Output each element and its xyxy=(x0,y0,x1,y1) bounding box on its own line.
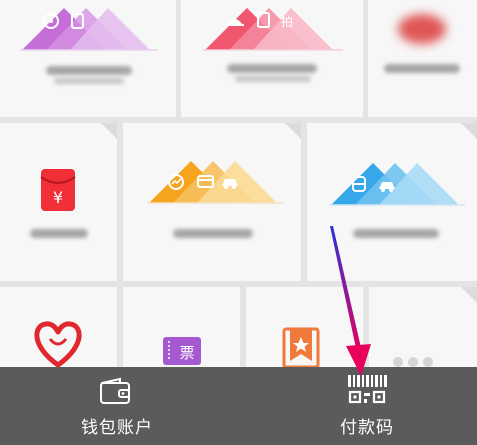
svg-text:¥: ¥ xyxy=(53,188,63,207)
corner-fold xyxy=(101,123,117,139)
tile-travel-services[interactable] xyxy=(307,123,477,281)
corner-fold xyxy=(461,123,477,139)
pai-badge-icon: 拍 xyxy=(281,14,293,29)
tile-label-blurred xyxy=(30,229,88,238)
tile-more[interactable] xyxy=(369,287,477,377)
qr-code-icon xyxy=(348,375,387,404)
svg-text:拍: 拍 xyxy=(281,14,293,29)
tile-finance-services[interactable] xyxy=(123,123,301,281)
tile-label-blurred xyxy=(384,64,460,73)
heart-icon xyxy=(34,321,82,368)
wallet-account-button[interactable]: 钱包账户 xyxy=(70,367,190,445)
red-envelope-graphic: ¥ xyxy=(40,169,76,211)
wallet-icon xyxy=(100,377,130,404)
charity-graphic xyxy=(34,321,82,368)
bottom-action-bar: 钱包账户 付款码 xyxy=(0,367,477,445)
membership-graphic xyxy=(282,327,320,369)
tickets-graphic: 票 xyxy=(163,337,201,365)
movie-tickets-graphic xyxy=(20,8,158,51)
tile-membership[interactable] xyxy=(246,287,363,377)
svg-text:票: 票 xyxy=(179,344,194,362)
corner-fold xyxy=(285,123,301,139)
tile-movie-tickets[interactable] xyxy=(0,0,176,117)
wallet-account-label: 钱包账户 xyxy=(81,418,153,438)
ticket-icon: 票 xyxy=(163,337,201,365)
finance-services-graphic xyxy=(147,161,283,204)
tile-charity[interactable] xyxy=(0,287,117,377)
red-envelope-icon: ¥ xyxy=(40,169,76,211)
tile-food-services[interactable]: 拍 xyxy=(181,0,363,117)
tile-label-blurred xyxy=(173,229,253,238)
tile-sublabel-blurred xyxy=(54,78,124,84)
tile-red-envelope[interactable]: ¥ xyxy=(0,123,117,281)
tile-sublabel-blurred xyxy=(235,76,311,82)
tile-label-blurred xyxy=(353,229,439,238)
star-bookmark-icon xyxy=(282,327,320,369)
travel-services-graphic xyxy=(329,163,465,206)
blurred-service-icon xyxy=(398,14,446,44)
more-dots-icon xyxy=(393,357,433,367)
tile-tickets[interactable]: 票 xyxy=(123,287,240,377)
tile-blurred-service[interactable] xyxy=(368,0,477,117)
corner-fold xyxy=(461,287,477,303)
pay-code-button[interactable]: 付款码 xyxy=(318,367,428,445)
tile-label-blurred xyxy=(46,66,132,75)
food-services-graphic: 拍 xyxy=(203,8,343,51)
tile-label-blurred xyxy=(227,64,317,73)
pay-code-label: 付款码 xyxy=(340,418,394,438)
